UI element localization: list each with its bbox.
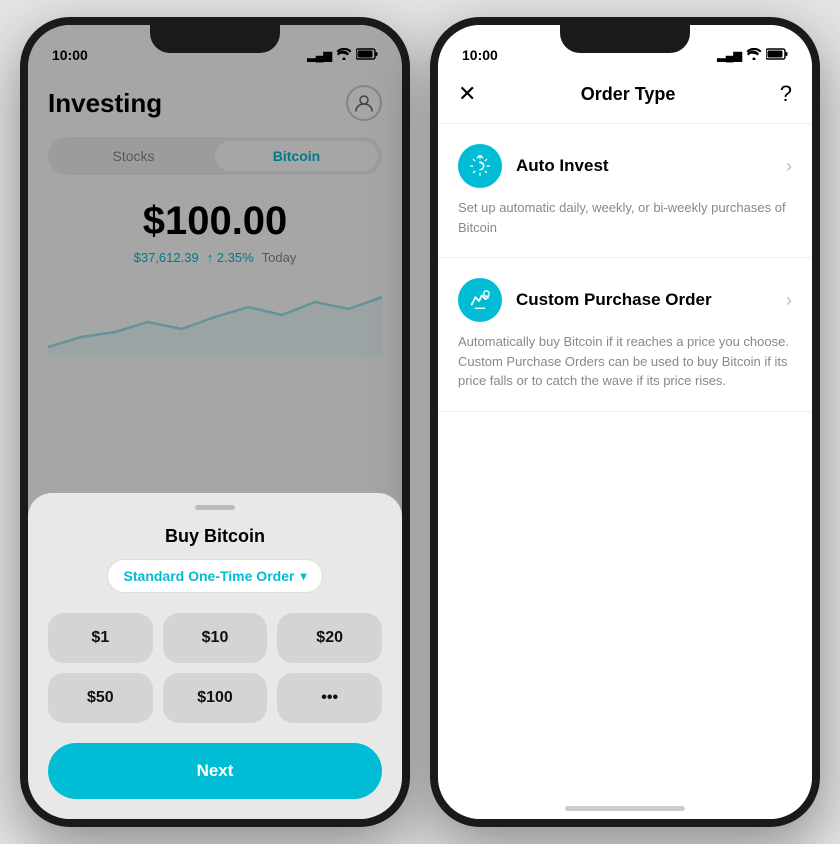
order-type-label: Standard One-Time Order: [124, 568, 295, 584]
auto-invest-desc: Set up automatic daily, weekly, or bi-we…: [458, 198, 792, 237]
home-indicator: [565, 806, 685, 811]
overlay: Buy Bitcoin Standard One-Time Order ▾ $1…: [28, 25, 402, 819]
next-button[interactable]: Next: [48, 743, 382, 799]
order-type-header: ✕ Order Type ?: [438, 69, 812, 124]
right-time: 10:00: [462, 47, 498, 63]
bottom-sheet: Buy Bitcoin Standard One-Time Order ▾ $1…: [28, 493, 402, 819]
amount-20[interactable]: $20: [277, 613, 382, 663]
auto-invest-option[interactable]: Auto Invest › Set up automatic daily, we…: [438, 124, 812, 258]
left-screen: Investing Stocks Bitcoin $100.00 $37,612…: [28, 69, 402, 357]
sheet-title: Buy Bitcoin: [48, 526, 382, 547]
amount-10[interactable]: $10: [163, 613, 268, 663]
custom-purchase-desc: Automatically buy Bitcoin if it reaches …: [458, 332, 792, 391]
amount-more[interactable]: •••: [277, 673, 382, 723]
amount-100[interactable]: $100: [163, 673, 268, 723]
right-screen: ✕ Order Type ? Auto Invest: [438, 69, 812, 819]
wifi-icon: [746, 48, 762, 63]
help-button[interactable]: ?: [780, 81, 792, 107]
order-type-title: Order Type: [581, 84, 676, 105]
right-status-icons: ▂▄▆: [717, 48, 788, 63]
battery-icon: [766, 48, 788, 63]
custom-purchase-row: Custom Purchase Order ›: [458, 278, 792, 322]
right-phone: 10:00 ▂▄▆ ✕ Order Type ?: [430, 17, 820, 827]
custom-purchase-left: Custom Purchase Order: [458, 278, 712, 322]
close-button[interactable]: ✕: [458, 81, 476, 107]
custom-purchase-option[interactable]: Custom Purchase Order › Automatically bu…: [438, 258, 812, 412]
order-type-chevron: ▾: [300, 569, 306, 583]
signal-icon: ▂▄▆: [717, 49, 742, 62]
amount-1[interactable]: $1: [48, 613, 153, 663]
custom-purchase-name: Custom Purchase Order: [516, 290, 712, 310]
auto-invest-name: Auto Invest: [516, 156, 609, 176]
amount-grid: $1 $10 $20 $50 $100 •••: [48, 613, 382, 723]
right-status-bar: 10:00 ▂▄▆: [438, 25, 812, 69]
order-type-pill[interactable]: Standard One-Time Order ▾: [107, 559, 324, 593]
sheet-handle: [195, 505, 235, 510]
custom-purchase-chevron: ›: [786, 290, 792, 311]
auto-invest-icon: [458, 144, 502, 188]
auto-invest-chevron: ›: [786, 156, 792, 177]
auto-invest-left: Auto Invest: [458, 144, 609, 188]
amount-50[interactable]: $50: [48, 673, 153, 723]
left-phone: 10:00 ▂▄▆ Investing Stocks Bitcoin $100.…: [20, 17, 410, 827]
auto-invest-row: Auto Invest ›: [458, 144, 792, 188]
custom-purchase-icon: [458, 278, 502, 322]
